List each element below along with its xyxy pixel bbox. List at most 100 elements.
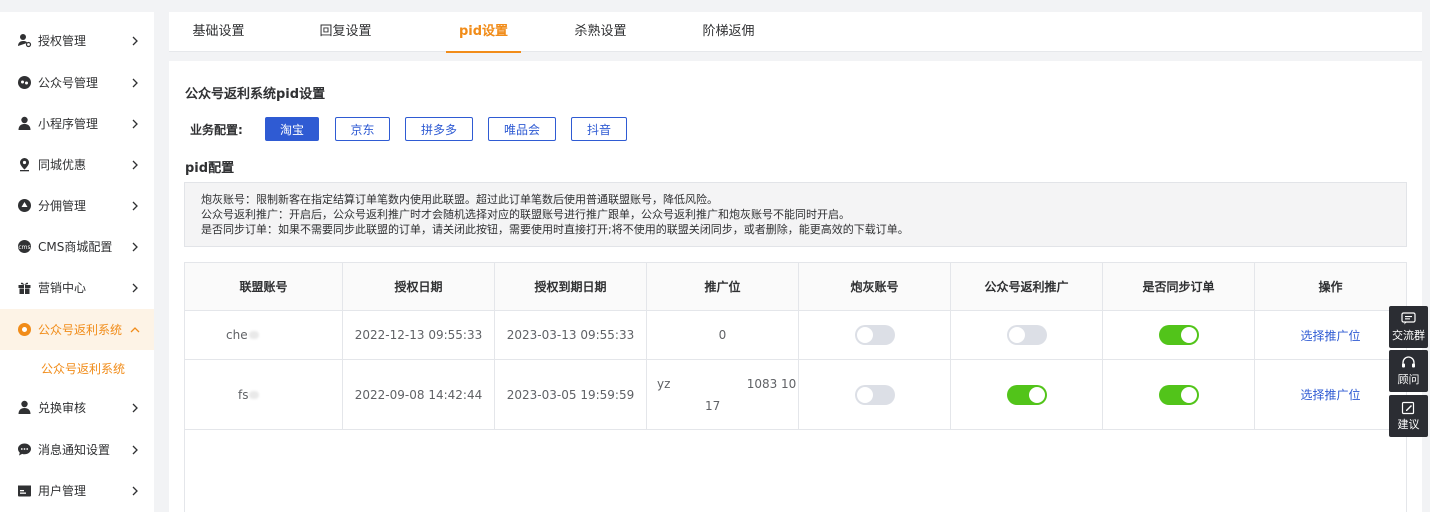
redacted-mark [249,390,260,399]
advisor-label: 顾问 [1397,372,1420,386]
column-header: 联盟账号 [185,263,343,311]
account-cell: fs [185,360,343,429]
tab-tiered-commission[interactable]: 阶梯返佣 [701,12,756,52]
expire-date-cell: 2023-03-13 09:55:33 [495,311,647,359]
tab-basic-settings[interactable]: 基础设置 [192,12,245,52]
sidebar-item-cms[interactable]: cms CMS商城配置 [0,226,154,267]
sidebar-item-auth[interactable]: 授权管理 [0,20,154,61]
select-position-link[interactable]: 选择推广位 [1300,327,1360,344]
switch-knob [856,327,873,343]
biz-button-douyin[interactable]: 抖音 [571,117,627,141]
settings-tabs: 基础设置 回复设置 pid设置 杀熟设置 阶梯返佣 [169,12,1422,53]
sidebar-item-user-management[interactable]: 用户管理 [0,470,154,511]
sidebar-item-label: 公众号返利系统 [38,323,123,337]
sidebar-item-notification[interactable]: 消息通知设置 [0,429,154,470]
suggestion-label: 建议 [1397,417,1420,431]
cannon-account-cell [799,360,951,429]
chevron-right-icon [130,201,140,211]
switch-knob [1180,386,1197,403]
sync-orders-switch[interactable] [1158,325,1199,345]
rebate-promotion-switch[interactable] [1006,325,1047,345]
sidebar-item-label: CMS商城配置 [38,240,113,254]
sidebar-item-label: 兑换审核 [38,401,87,415]
chevron-right-icon [130,36,140,46]
position-cell: yz 1083 10 17 [647,360,799,429]
svg-text:cms: cms [18,244,30,251]
biz-button-taobao[interactable]: 淘宝 [265,117,319,141]
sidebar-item-label: 公众号管理 [38,76,99,90]
notice-line: 公众号返利推广：开启后，公众号返利推广时才会随机选择对应的联盟账号进行推广跟单，… [201,208,850,221]
chevron-up-icon [130,325,140,335]
position-cell: 0 [647,311,799,359]
auth-date-cell: 2022-12-13 09:55:33 [343,311,495,359]
account-name: fs [238,387,249,402]
sidebar-item-label: 同城优惠 [38,158,87,172]
position-value-continued: 17 [705,398,721,413]
business-config-label: 业务配置: [190,123,243,137]
auth-date-cell: 2022-09-08 14:42:44 [343,360,495,429]
orange-circle-icon [17,322,32,337]
sidebar-item-mini-program[interactable]: 小程序管理 [0,103,154,144]
chat-group-icon [1401,312,1417,326]
biz-button-vipshop[interactable]: 唯品会 [488,117,556,141]
tab-pid-settings[interactable]: pid设置 [446,12,521,53]
user-key-icon [17,33,32,48]
chat-group-button[interactable]: 交流群 [1389,306,1428,348]
id-card-icon [17,483,32,498]
sidebar-item-label: 消息通知设置 [38,443,111,457]
sidebar-item-rebate-system[interactable]: 公众号返利系统 [0,309,154,350]
chevron-right-icon [130,486,140,496]
submenu-item-label: 公众号返利系统 [41,361,126,376]
triangle-badge-icon [17,198,32,213]
column-header: 操作 [1318,280,1343,294]
chevron-right-icon [130,242,140,252]
main-panel: 公众号返利系统pid设置 业务配置: 淘宝 京东 拼多多 唯品会 抖音 pid配… [169,61,1422,512]
tab-price-discrimination[interactable]: 杀熟设置 [573,12,628,52]
select-position-link[interactable]: 选择推广位 [1300,386,1360,403]
advisor-button[interactable]: 顾问 [1389,350,1428,392]
person-check-icon [17,400,32,415]
notice-line: 是否同步订单：如果不需要同步此联盟的订单，请关闭此按钮，需要使用时直接打开;将不… [201,223,909,236]
sidebar-item-label: 分佣管理 [38,199,87,213]
column-header: 授权到期日期 [495,263,647,311]
sync-orders-cell [1103,311,1255,359]
column-header: 推广位 [647,263,799,311]
rebate-promotion-switch[interactable] [1006,384,1047,405]
sidebar-item-official-account[interactable]: 公众号管理 [0,62,154,103]
sidebar-item-marketing[interactable]: 营销中心 [0,267,154,308]
sidebar-item-commission[interactable]: 分佣管理 [0,185,154,226]
location-pin-icon [17,157,32,172]
position-value: 0 [718,328,727,342]
pid-config-title: pid配置 [185,161,235,176]
column-header: 炮灰账号 [799,263,951,311]
biz-button-pinduoduo[interactable]: 拼多多 [405,117,473,141]
position-value: yz 1083 10 [657,376,797,391]
submenu-item-rebate-system[interactable]: 公众号返利系统 [0,350,154,386]
table-row: fs 2022-09-08 14:42:44 2023-03-05 19:59:… [185,360,1406,430]
account-name: che [226,328,248,342]
notice-box: 炮灰账号：限制新客在指定结算订单笔数内使用此联盟。超过此订单笔数后使用普通联盟账… [184,182,1407,247]
table-row: che 2022-12-13 09:55:33 2023-03-13 09:55… [185,311,1406,360]
column-header: 授权日期 [343,263,495,311]
sidebar-item-label: 授权管理 [38,34,87,48]
person-icon [17,116,32,131]
chat-bubble-icon [17,75,32,90]
edit-icon [1401,401,1417,415]
sidebar-item-local-deals[interactable]: 同城优惠 [0,144,154,185]
chevron-right-icon [130,119,140,129]
sidebar-item-exchange-review[interactable]: 兑换审核 [0,387,154,428]
action-cell: 选择推广位 [1255,311,1406,359]
sync-orders-switch[interactable] [1158,384,1199,405]
table-header: 联盟账号 授权日期 授权到期日期 推广位 炮灰账号 公众号返利推广 是否同步订单… [185,263,1406,311]
rebate-promotion-cell [951,360,1103,429]
suggestion-button[interactable]: 建议 [1389,395,1428,437]
chevron-right-icon [130,78,140,88]
switch-knob [856,386,873,403]
biz-button-jd[interactable]: 京东 [335,117,390,141]
cannon-account-switch[interactable] [854,325,895,345]
cannon-account-switch[interactable] [854,384,895,405]
column-header: 是否同步订单 [1103,263,1255,311]
tab-reply-settings[interactable]: 回复设置 [319,12,372,52]
sync-orders-cell [1103,360,1255,429]
chevron-right-icon [130,283,140,293]
